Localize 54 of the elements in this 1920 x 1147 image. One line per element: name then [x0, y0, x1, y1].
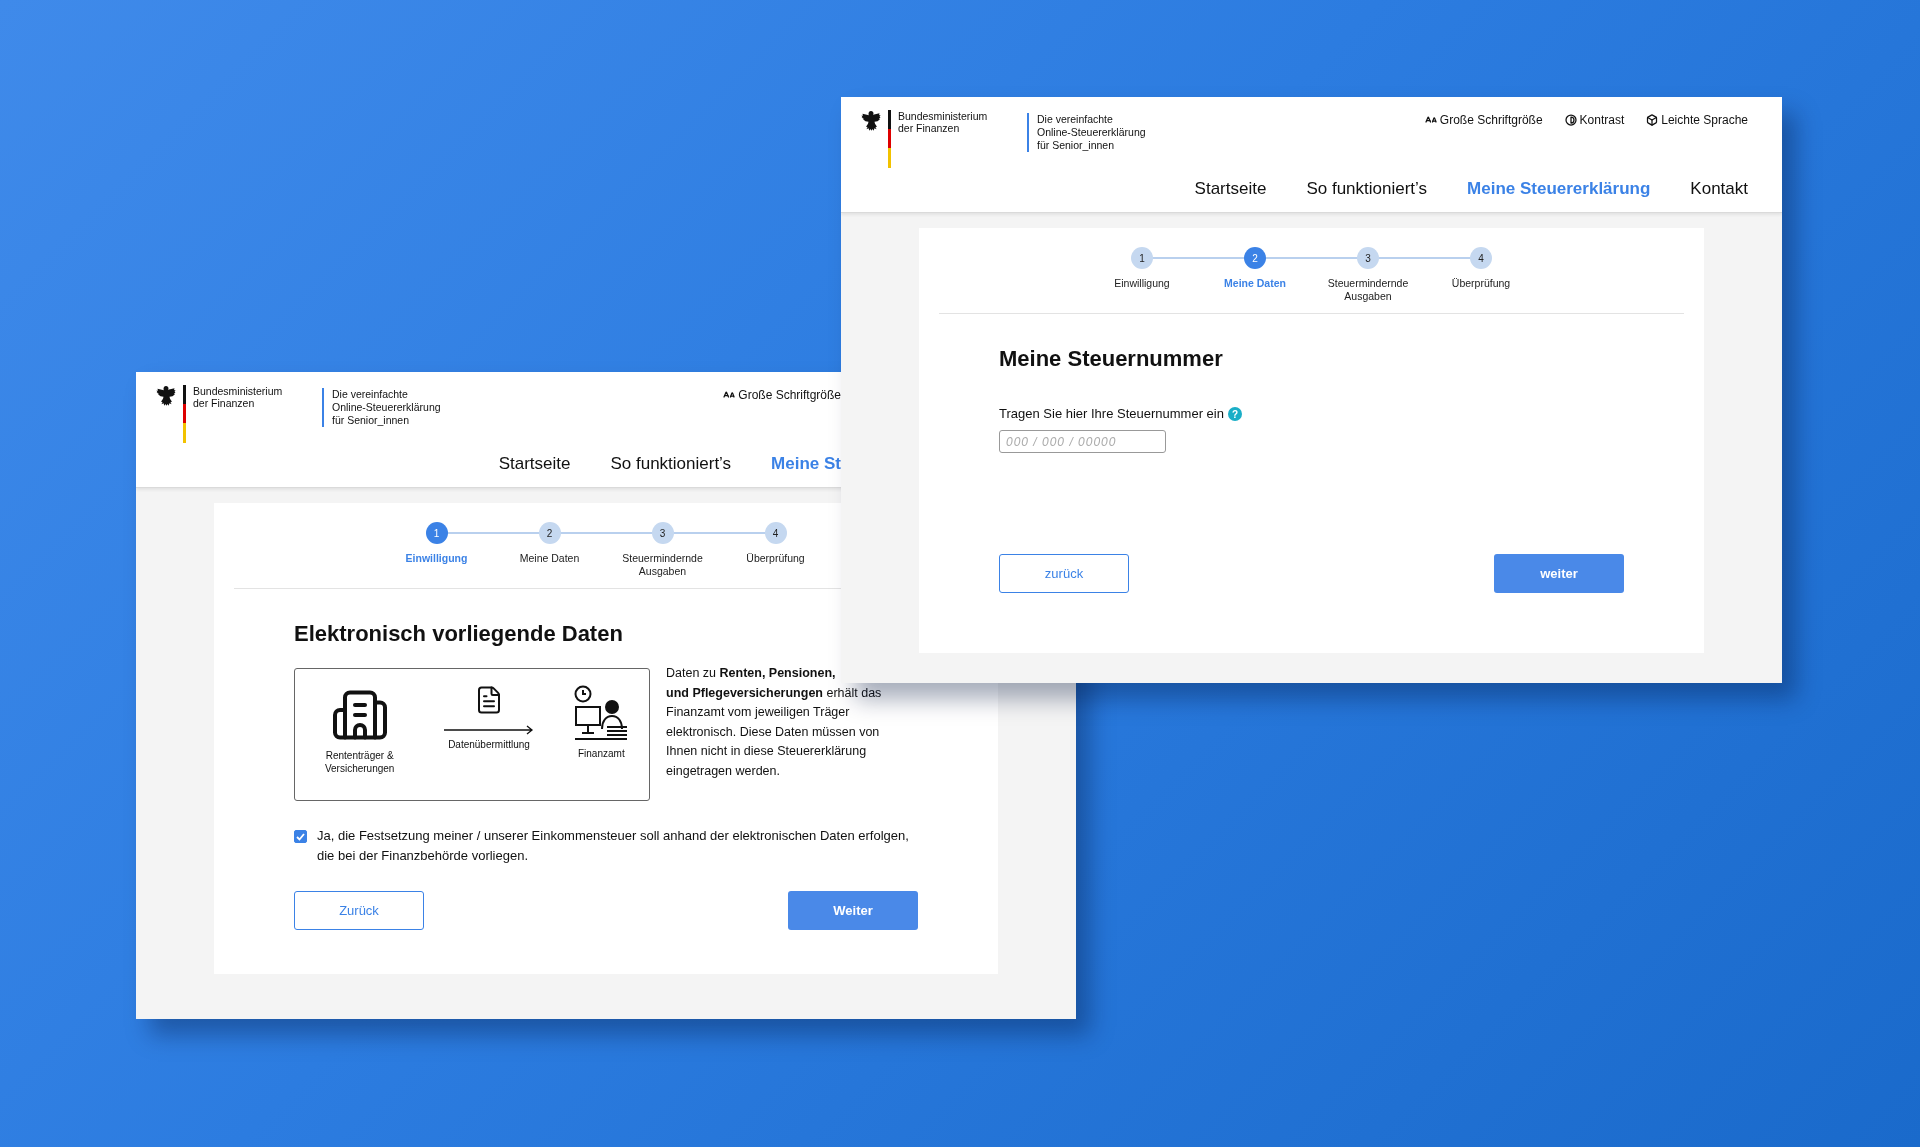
- contrast-icon: [1564, 114, 1577, 126]
- step-circle[interactable]: 3: [1357, 247, 1379, 269]
- back-button[interactable]: Zurück: [294, 891, 424, 930]
- step-circle[interactable]: 4: [764, 522, 787, 544]
- nav-link[interactable]: Meine St: [771, 454, 841, 474]
- font-size-icon: [723, 389, 736, 401]
- eagle-icon: [861, 110, 881, 132]
- page-title: Elektronisch vorliegende Daten: [294, 621, 624, 647]
- step-label: Steuermindernde Ausgaben: [621, 552, 704, 578]
- field-label: Tragen Sie hier Ihre Steuernummer ein: [999, 405, 1224, 423]
- diagram-label: Finanzamt: [577, 747, 625, 760]
- nav-link[interactable]: Startseite: [498, 454, 571, 474]
- font-size-link[interactable]: Große Schriftgröße: [1424, 113, 1543, 127]
- step-circle[interactable]: 4: [1470, 247, 1492, 269]
- nav-link[interactable]: Meine Steuererklärung: [1467, 179, 1651, 199]
- step-label: Überprüfung: [746, 552, 805, 565]
- eagle-icon: [156, 385, 176, 407]
- diagram-label: Rententräger & Versicherungen: [323, 749, 396, 775]
- step-label: Einwilligung: [405, 552, 468, 565]
- step-label: Einwilligung: [1114, 277, 1170, 290]
- info-text: Daten zu Renten, Pensionen,: [666, 665, 837, 682]
- plain-language-link[interactable]: Leichte Sprache: [1646, 113, 1748, 127]
- tax-number-field[interactable]: 000 / 000 / 00000: [999, 430, 1166, 453]
- contrast-link[interactable]: Kontrast: [1564, 113, 1625, 127]
- diagram-label: Datenübermittlung: [448, 738, 530, 751]
- checkbox[interactable]: [294, 830, 307, 843]
- nav-link[interactable]: Kontakt: [1690, 179, 1748, 199]
- consent-label: Ja, die Festsetzung meiner / unserer Einkommensteuer soll anhand der elektronischen Daten erfolgen, die bei der Finanzbehörde vorliegen.: [317, 827, 910, 865]
- step-circle[interactable]: 1: [1131, 247, 1153, 269]
- step-circle[interactable]: 3: [651, 522, 674, 544]
- step-label: Meine Daten: [1224, 277, 1286, 290]
- back-button[interactable]: zurück: [999, 554, 1129, 593]
- step-label: Meine Daten: [519, 552, 580, 565]
- service-title: Die vereinfachte Online-Steuererklärung für Senior_innen: [322, 388, 441, 427]
- nav-link[interactable]: So funktioniert’s: [1306, 179, 1428, 199]
- step-circle[interactable]: 2: [1244, 247, 1266, 269]
- nav-link[interactable]: Startseite: [1194, 179, 1267, 199]
- font-size-icon: [1424, 114, 1437, 126]
- ministry-name: Bundesministerium der Finanzen: [193, 385, 284, 409]
- nav-link[interactable]: So funktioniert’s: [610, 454, 732, 474]
- step-circle[interactable]: 2: [538, 522, 561, 544]
- arrow-icon: [444, 725, 534, 735]
- step-label: Überprüfung: [1451, 277, 1511, 290]
- cube-icon: [1646, 114, 1659, 126]
- step-label: Steuermindernde Ausgaben: [1326, 277, 1410, 303]
- flag-bar: [183, 385, 186, 443]
- step-circle[interactable]: 1: [425, 522, 448, 544]
- flag-bar: [888, 110, 891, 168]
- person-at-computer-icon: [573, 685, 630, 741]
- ministry-name: Bundesministerium der Finanzen: [898, 110, 989, 134]
- page-title: Meine Steuernummer: [999, 346, 1224, 372]
- service-title: Die vereinfachte Online-Steuererklärung für Senior_innen: [1027, 113, 1146, 152]
- font-size-link[interactable]: Große Schriftgröße: [723, 388, 841, 402]
- info-text: und Pflegeversicherungen erhält das Finanzamt vom jeweiligen Träger elektronisch. Diese Daten müssen von Ihnen nicht in diese Steuererklärung eingetragen werden.: [666, 684, 883, 780]
